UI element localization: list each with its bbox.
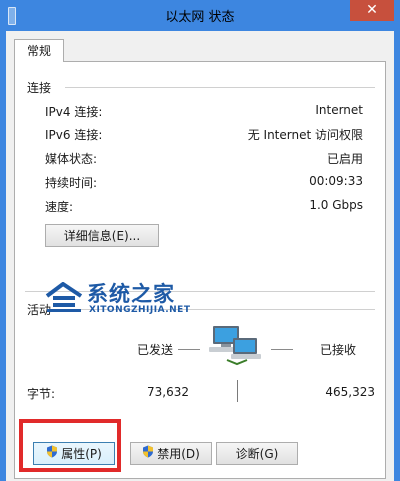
media-state-label: 媒体状态: [45,152,98,166]
details-button[interactable]: 详细信息(E)... [45,224,159,247]
dialog-client: 常规 连接 IPv4 连接: Internet IPv6 连接: 无 Inter… [6,31,394,481]
tab-general[interactable]: 常规 [14,39,64,62]
duration-value: 00:09:33 [309,174,363,188]
watermark-logo: 系统之家 XITONGZHIJIA.NET [45,278,215,318]
bytes-separator [237,380,238,402]
window-title: 以太网 状态 [165,10,235,25]
diagnose-button[interactable]: 诊断(G) [216,442,298,465]
title-bar: 以太网 状态 ✕ [0,0,400,31]
speed-label: 速度: [45,200,74,214]
ipv4-label: IPv4 连接: [45,105,103,119]
received-line [271,349,293,350]
watermark-url: XITONGZHIJIA.NET [89,305,191,315]
sent-label: 已发送 [137,343,174,357]
window-frame: 常规 连接 IPv4 连接: Internet IPv6 连接: 无 Inter… [0,31,400,481]
disable-button-label: 禁用(D) [157,447,200,461]
ipv4-value: Internet [315,103,363,117]
network-computers-icon [209,326,261,366]
close-button[interactable]: ✕ [350,0,394,21]
media-state-value: 已启用 [326,152,363,166]
duration-label: 持续时间: [45,176,98,190]
uac-shield-icon [142,443,154,466]
ipv6-label: IPv6 连接: [45,128,103,142]
received-label: 已接收 [320,343,357,357]
connection-heading: 连接 [27,81,52,95]
bytes-received-value: 465,323 [325,385,375,399]
speed-value: 1.0 Gbps [309,198,363,212]
highlight-box [19,419,121,472]
sent-line [178,349,200,350]
tab-panel: 连接 IPv4 连接: Internet IPv6 连接: 无 Internet… [14,61,386,479]
disable-button[interactable]: 禁用(D) [130,442,212,465]
watermark-emblem-icon [45,282,83,312]
bytes-sent-value: 73,632 [147,385,189,399]
connection-divider [65,87,375,88]
watermark-brand: 系统之家 [87,282,175,306]
ipv6-value: 无 Internet 访问权限 [247,128,363,142]
bytes-label: 字节: [27,387,56,401]
